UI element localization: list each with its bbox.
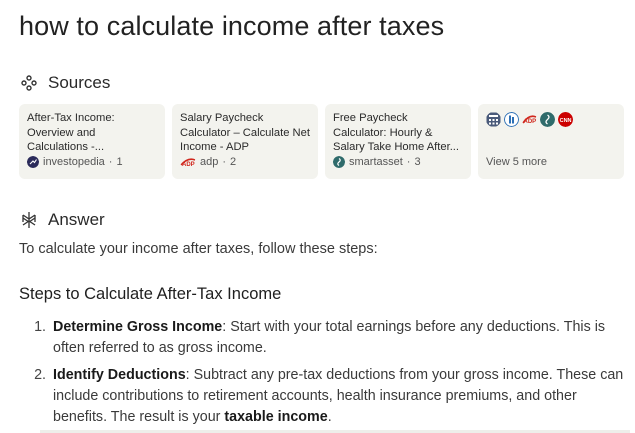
steps-heading: Steps to Calculate After-Tax Income: [19, 285, 282, 303]
answer-header: Answer: [20, 210, 105, 230]
source-card-smartasset[interactable]: Free Paycheck Calculator: Hourly & Salar…: [325, 104, 471, 179]
step-text: Determine Gross Income: Start with your …: [53, 317, 627, 359]
adp-favicon: ADP: [180, 158, 196, 168]
answer-icon: [22, 212, 36, 228]
sources-cards: After-Tax Income: Overview and Calculati…: [19, 104, 624, 179]
more-favicons: ADP CNN: [486, 112, 617, 127]
step-number: 2.: [34, 367, 46, 383]
source-card-title: Free Paycheck Calculator: Hourly & Salar…: [333, 112, 460, 153]
source-index: 3: [414, 156, 421, 168]
smartasset-favicon: [540, 112, 555, 127]
answer-intro: To calculate your income after taxes, fo…: [19, 241, 378, 257]
step-number: 1.: [34, 319, 46, 335]
sources-header: Sources: [20, 73, 110, 93]
answer-heading: Answer: [48, 210, 105, 229]
source-card-meta: ADP adp · 2: [180, 156, 237, 168]
view-more-card[interactable]: ADP CNN View 5 more: [478, 104, 624, 179]
building-favicon: [504, 112, 519, 127]
step-text: Identify Deductions: Subtract any pre-ta…: [53, 365, 627, 428]
investopedia-favicon: [27, 156, 39, 168]
source-name: smartasset: [349, 156, 403, 168]
step-label: Identify Deductions: [53, 367, 186, 383]
svg-text:ADP: ADP: [524, 119, 537, 125]
list-item: 2. Identify Deductions: Subtract any pre…: [19, 365, 627, 428]
sources-icon: [21, 75, 37, 91]
source-card-title: Salary Paycheck Calculator – Calculate N…: [180, 112, 310, 153]
source-name: adp: [200, 156, 219, 168]
sources-heading: Sources: [48, 73, 111, 92]
svg-text:CNN: CNN: [560, 118, 572, 124]
calculator-favicon: [486, 112, 501, 127]
source-card-investopedia[interactable]: After-Tax Income: Overview and Calculati…: [19, 104, 165, 179]
cnn-favicon: CNN: [558, 112, 573, 127]
step-label: Determine Gross Income: [53, 319, 223, 335]
source-index: 1: [116, 156, 123, 168]
query-title: how to calculate income after taxes: [19, 11, 445, 41]
smartasset-favicon: [333, 156, 345, 168]
list-item: 1. Determine Gross Income: Start with yo…: [19, 317, 627, 359]
view-more-link[interactable]: View 5 more: [486, 156, 547, 168]
source-card-meta: investopedia · 1: [27, 156, 123, 168]
source-name: investopedia: [43, 156, 105, 168]
step-desc-end: .: [327, 409, 332, 425]
source-card-title: After-Tax Income: Overview and Calculati…: [27, 112, 115, 153]
adp-favicon: ADP: [522, 115, 537, 125]
step-emphasis: taxable income: [224, 409, 328, 425]
steps-list: 1. Determine Gross Income: Start with yo…: [19, 317, 627, 433]
source-card-meta: smartasset · 3: [333, 156, 421, 168]
svg-text:ADP: ADP: [182, 162, 195, 168]
source-card-adp[interactable]: Salary Paycheck Calculator – Calculate N…: [172, 104, 318, 179]
source-index: 2: [230, 156, 237, 168]
